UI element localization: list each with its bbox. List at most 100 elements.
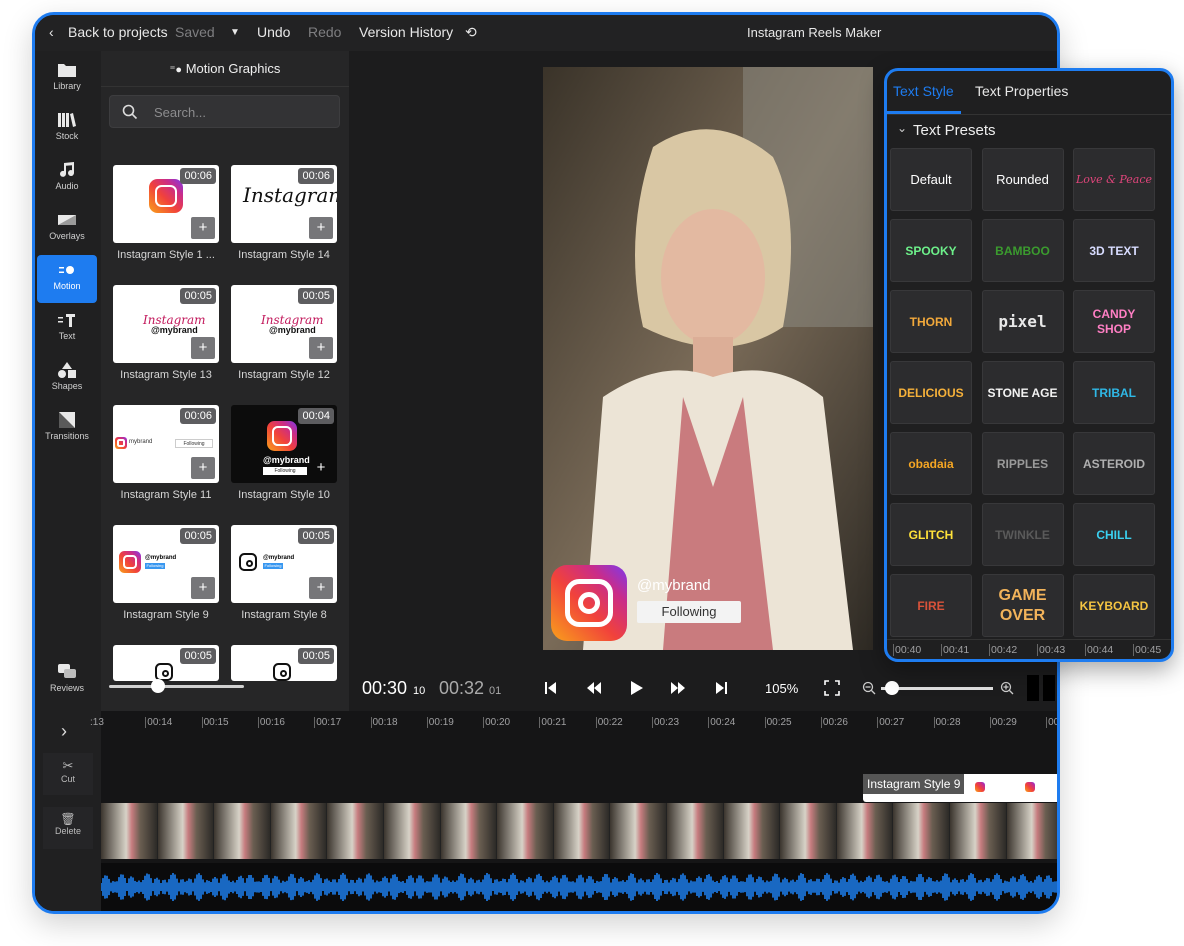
skip-to-start-icon[interactable] (545, 681, 557, 695)
redo-button[interactable]: Redo (308, 24, 341, 40)
text-preset-3[interactable]: Love & Peace (1073, 148, 1155, 211)
ruler-tick-label: 00:18 (370, 717, 398, 728)
instagram-logo-icon (115, 437, 127, 449)
save-menu-caret-icon[interactable]: ▼ (230, 27, 240, 38)
fast-forward-icon[interactable] (670, 681, 686, 695)
version-history-button[interactable]: Version History (359, 24, 453, 40)
sidebar-item-audio[interactable]: Audio (37, 155, 97, 203)
text-preset-7[interactable]: THORN (890, 290, 972, 353)
thumbnail-size-slider[interactable] (109, 685, 244, 688)
text-preset-4[interactable]: SPOOKY (890, 219, 972, 282)
panel-title-label: Motion Graphics (185, 61, 281, 76)
audio-track[interactable] (100, 863, 1057, 911)
sidebar-item-text[interactable]: Text (37, 305, 97, 353)
back-chevron-icon[interactable]: ‹ (49, 24, 54, 40)
sidebar-item-shapes[interactable]: Shapes (37, 355, 97, 403)
text-preset-14[interactable]: RIPPLES (981, 432, 1064, 495)
text-preset-20[interactable]: GAME OVER (981, 574, 1064, 637)
motion-thumbnail[interactable]: 00:05 (113, 645, 219, 681)
text-style-panel: Text Style Text Properties ⌄ Text Preset… (884, 68, 1174, 662)
add-button[interactable]: + (309, 577, 333, 599)
text-preset-8[interactable]: pixel (981, 290, 1064, 353)
undo-button[interactable]: Undo (257, 24, 290, 40)
text-preset-15[interactable]: ASTEROID (1073, 432, 1155, 495)
sidebar-item-reviews[interactable]: Reviews (37, 657, 97, 705)
motion-thumbnail[interactable]: mybrand Following 00:06 + (113, 405, 219, 483)
history-icon[interactable]: ⟲ (465, 24, 477, 41)
cut-button[interactable]: ✂ Cut (43, 753, 93, 795)
text-preset-11[interactable]: STONE AGE (981, 361, 1064, 424)
text-preset-9[interactable]: CANDY SHOP (1073, 290, 1155, 353)
fullscreen-icon[interactable] (824, 680, 840, 696)
sidebar-item-label: Shapes (51, 381, 83, 391)
delete-label: Delete (54, 826, 81, 836)
motion-thumbnail[interactable]: Instagram 00:06 + (231, 165, 337, 243)
text-preset-21[interactable]: KEYBOARD (1073, 574, 1155, 637)
text-preset-12[interactable]: TRIBAL (1073, 361, 1155, 424)
logo-ring (272, 426, 292, 446)
expand-chevron-icon[interactable]: › (61, 721, 67, 742)
sidebar-item-transitions[interactable]: Transitions (37, 405, 97, 453)
add-button[interactable]: + (191, 217, 215, 239)
add-button[interactable]: + (309, 217, 333, 239)
play-icon[interactable] (630, 680, 644, 696)
text-preset-label: DELICIOUS (898, 385, 964, 400)
zoom-in-icon[interactable] (1000, 681, 1014, 695)
motion-thumbnail[interactable]: 00:05 (231, 645, 337, 681)
panel-ruler-tick: 00:45 (1133, 644, 1162, 656)
text-preset-18[interactable]: CHILL (1073, 503, 1155, 566)
video-preview[interactable]: @mybrand Following (543, 67, 873, 650)
text-preset-2[interactable]: Rounded (981, 148, 1064, 211)
preview-zoom-level[interactable]: 105% (765, 681, 798, 696)
text-preset-16[interactable]: GLITCH (890, 503, 972, 566)
search-icon (122, 104, 138, 120)
text-preset-5[interactable]: BAMBOO (981, 219, 1064, 282)
text-preset-10[interactable]: DELICIOUS (890, 361, 972, 424)
search-input[interactable]: Search... (109, 95, 340, 128)
shapes-icon (58, 362, 76, 378)
text-preset-1[interactable]: Default (890, 148, 972, 211)
playback-bar: 00:30 10 00:32 01 105% (349, 665, 1057, 711)
timeline-ruler[interactable]: :13 00:14 00:15 00:16 00:17 00:18 00:19 00:20 00… (90, 711, 1057, 735)
timeline-zoom-handle[interactable] (885, 681, 900, 695)
back-to-projects-button[interactable]: Back to projects (68, 24, 168, 40)
rewind-icon[interactable] (586, 681, 602, 695)
panel-toggle-bar[interactable] (1027, 675, 1039, 701)
tab-text-style[interactable]: Text Style (893, 83, 954, 99)
search-placeholder: Search... (154, 105, 207, 120)
motion-clip[interactable]: Instagram Style 9 (863, 774, 1057, 802)
skip-to-end-icon[interactable] (715, 681, 727, 695)
scissors-icon: ✂ (62, 758, 74, 773)
motion-thumbnail[interactable]: Instagram @mybrand 00:05 + (231, 285, 337, 363)
text-preset-label: RIPPLES (996, 456, 1049, 471)
ruler-tick-label: 00:29 (989, 717, 1017, 728)
panel-toggle-bar[interactable] (1043, 675, 1055, 701)
sidebar-item-overlays[interactable]: Overlays (37, 205, 97, 253)
transitions-icon (59, 412, 75, 428)
add-button[interactable]: + (191, 337, 215, 359)
sidebar-item-library[interactable]: Library (37, 55, 97, 103)
slider-handle[interactable] (151, 679, 165, 693)
motion-thumbnail[interactable]: 00:06 + (113, 165, 219, 243)
sidebar-item-motion[interactable]: Motion (37, 255, 97, 303)
video-track[interactable] (101, 803, 1057, 859)
text-preset-13[interactable]: obadaia (890, 432, 972, 495)
add-button[interactable]: + (309, 337, 333, 359)
sidebar-item-stock[interactable]: Stock (37, 105, 97, 153)
zoom-out-icon[interactable] (862, 681, 876, 695)
motion-thumbnail[interactable]: Instagram @mybrand 00:05 + (113, 285, 219, 363)
motion-thumbnail[interactable]: @mybrand Following 00:04 + (231, 405, 337, 483)
add-button[interactable]: + (309, 457, 333, 479)
add-button[interactable]: + (191, 457, 215, 479)
ruler-tick-label: 00:15 (201, 717, 229, 728)
text-preset-6[interactable]: 3D TEXT (1073, 219, 1155, 282)
collapse-chevron-icon[interactable]: ⌄ (897, 121, 907, 135)
motion-thumbnail[interactable]: @mybrand Following 00:05 + (231, 525, 337, 603)
text-preset-17[interactable]: TWINKLE (981, 503, 1064, 566)
add-button[interactable]: + (191, 577, 215, 599)
tab-text-properties[interactable]: Text Properties (975, 83, 1068, 99)
video-frame-thumb (893, 803, 950, 859)
delete-button[interactable]: 🗑 Delete (43, 807, 93, 849)
motion-thumbnail[interactable]: @mybrand Following 00:05 + (113, 525, 219, 603)
text-preset-19[interactable]: FIRE (890, 574, 972, 637)
